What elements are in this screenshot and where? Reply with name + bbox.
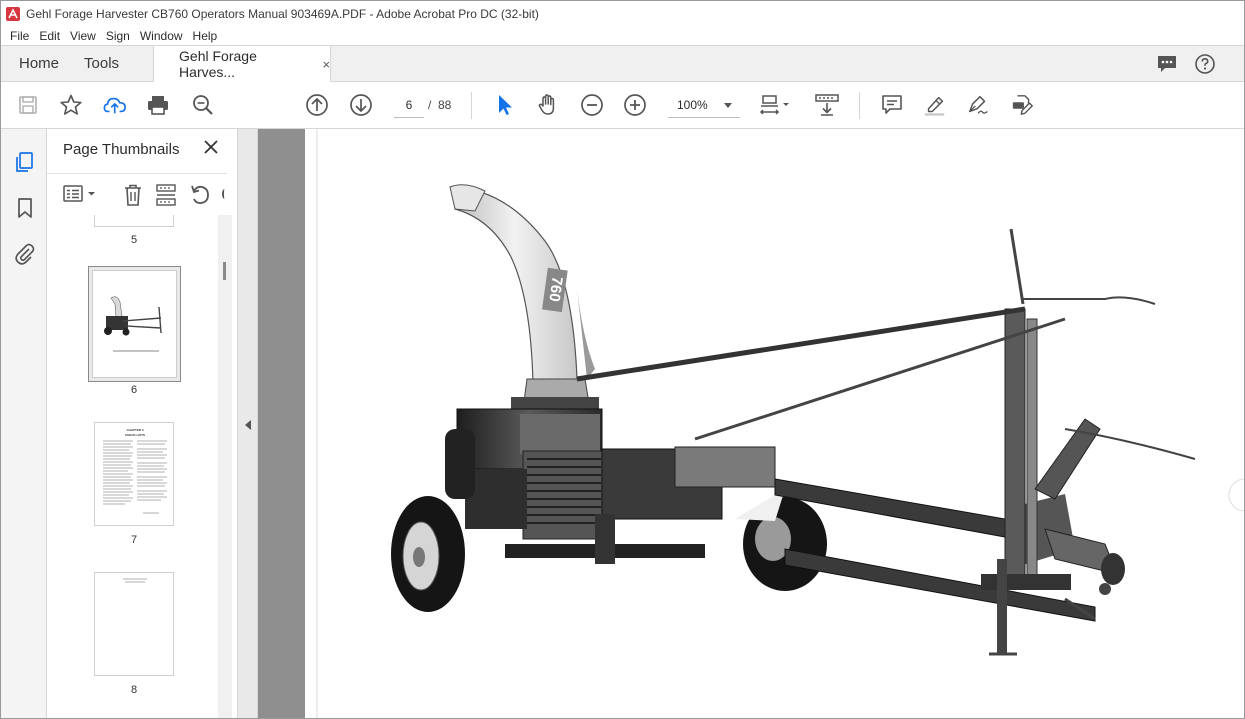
upload-cloud-icon[interactable] xyxy=(103,93,127,117)
select-cursor-icon[interactable] xyxy=(492,93,516,117)
comments-bubble-icon[interactable] xyxy=(1156,53,1178,75)
sign-icon[interactable] xyxy=(967,93,991,117)
menu-file[interactable]: File xyxy=(5,29,34,43)
menu-bar: File Edit View Sign Window Help xyxy=(0,26,1245,45)
scrollbar-thumb[interactable] xyxy=(223,262,226,280)
scroll-mode-icon[interactable] xyxy=(814,93,840,117)
thumbnail-options-icon[interactable] xyxy=(62,183,98,205)
thumbnail-label-7: 7 xyxy=(130,534,138,546)
page-number-input[interactable]: 6 xyxy=(394,92,424,118)
chute-model-number: 760 xyxy=(545,275,565,302)
hand-icon[interactable] xyxy=(536,93,560,117)
main-toolbar: 6 / 88 100% xyxy=(0,82,1245,129)
zoom-level-dropdown[interactable]: 100% xyxy=(668,92,740,118)
tab-bar: Home Tools Gehl Forage Harves... × xyxy=(0,45,1245,82)
zoom-level-value: 100% xyxy=(677,98,708,112)
collapse-panel-arrow-icon[interactable] xyxy=(245,420,251,430)
panel-title: Page Thumbnails xyxy=(63,141,180,158)
extract-page-icon[interactable] xyxy=(155,183,177,207)
thumbnail-6-image xyxy=(104,296,162,352)
tabbar-right-icons xyxy=(1156,46,1244,81)
toolbar-divider xyxy=(859,92,860,119)
thumbnail-label-6: 6 xyxy=(130,384,138,396)
document-tab-label: Gehl Forage Harves... xyxy=(179,48,257,80)
thumbnail-label-5: 5 xyxy=(130,234,138,246)
print-icon[interactable] xyxy=(146,93,170,117)
toolbar-divider xyxy=(471,92,472,119)
thumbnails-list: 5 6 CHAPTER 3 CHECK LISTS 7 8 xyxy=(47,215,218,719)
acrobat-app-icon xyxy=(6,6,20,21)
bookmark-icon[interactable] xyxy=(14,197,36,219)
delete-page-icon[interactable] xyxy=(122,183,144,207)
thumbnails-scrollbar[interactable] xyxy=(218,215,232,719)
thumbnail-page-7[interactable]: CHAPTER 3 CHECK LISTS xyxy=(94,422,174,526)
document-view[interactable]: 760 xyxy=(258,129,1244,718)
thumbnail-page-6[interactable] xyxy=(92,270,177,378)
star-icon[interactable] xyxy=(59,93,83,117)
thumbnail-8-text-lines xyxy=(123,578,147,583)
page-down-icon[interactable] xyxy=(349,93,373,117)
highlight-icon[interactable] xyxy=(923,93,947,117)
menu-sign[interactable]: Sign xyxy=(101,29,135,43)
title-bar: Gehl Forage Harvester CB760 Operators Ma… xyxy=(0,0,1245,26)
page-separator: / xyxy=(428,98,432,112)
close-tab-icon[interactable]: × xyxy=(322,57,330,72)
window-title: Gehl Forage Harvester CB760 Operators Ma… xyxy=(26,6,539,21)
left-navigation-rail xyxy=(0,129,47,719)
thumbnail-7-text-lines xyxy=(103,440,167,514)
chevron-down-icon xyxy=(724,103,732,108)
tab-home[interactable]: Home xyxy=(1,46,72,81)
page-thumbnails-panel: Page Thumbnails 5 6 CHAPTER 3 CHECK LIST… xyxy=(47,129,238,719)
page-thumbnails-icon[interactable] xyxy=(14,151,36,173)
thumbnail-page-8[interactable] xyxy=(94,572,174,676)
page-up-icon[interactable] xyxy=(305,93,329,117)
menu-help[interactable]: Help xyxy=(188,29,223,43)
total-pages: 88 xyxy=(438,98,452,112)
tab-tools[interactable]: Tools xyxy=(72,46,132,81)
save-icon[interactable] xyxy=(16,93,40,117)
comment-icon[interactable] xyxy=(880,93,904,117)
menu-view[interactable]: View xyxy=(65,29,101,43)
thumbnail-tools xyxy=(47,173,227,213)
zoom-in-icon[interactable] xyxy=(623,93,647,117)
panel-splitter[interactable] xyxy=(238,129,258,719)
pdf-page: 760 xyxy=(305,129,1244,718)
attachment-icon[interactable] xyxy=(14,243,36,265)
more-tools-clipped xyxy=(222,189,227,199)
menu-edit[interactable]: Edit xyxy=(34,29,65,43)
thumbnail-label-8: 8 xyxy=(130,684,138,696)
fit-page-icon[interactable] xyxy=(759,93,795,117)
menu-window[interactable]: Window xyxy=(135,29,188,43)
zoom-out-icon[interactable] xyxy=(580,93,604,117)
close-panel-icon[interactable] xyxy=(203,139,219,155)
forage-harvester-photo: 760 xyxy=(316,129,1244,718)
edit-pdf-icon[interactable] xyxy=(1011,93,1035,117)
thumbnail-page-5[interactable] xyxy=(94,215,174,227)
help-icon[interactable] xyxy=(1194,53,1216,75)
page-gutter xyxy=(258,129,305,718)
rotate-page-icon[interactable] xyxy=(189,183,211,207)
zoom-search-icon[interactable] xyxy=(191,93,215,117)
tab-document[interactable]: Gehl Forage Harves... × xyxy=(153,46,332,82)
